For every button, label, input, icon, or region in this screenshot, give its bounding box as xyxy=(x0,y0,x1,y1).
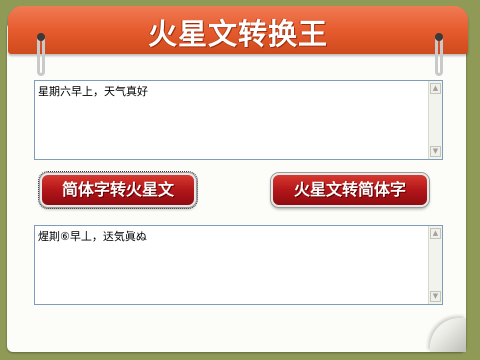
scroll-up-icon[interactable]: ▲ xyxy=(430,83,441,94)
input-text: 星期六早上，天气真好 xyxy=(38,85,148,98)
scroll-up-icon[interactable]: ▲ xyxy=(430,228,441,239)
input-scrollbar[interactable]: ▲ ▼ xyxy=(428,81,442,159)
app-title: 火星文转换王 xyxy=(147,17,328,51)
binder-ring-left xyxy=(37,33,45,76)
output-textarea[interactable]: 煋剘⑥早丄，迗気眞ぬ ▲ ▼ xyxy=(34,225,443,305)
convert-to-simplified-button[interactable]: 火星文转简体字 xyxy=(271,173,429,207)
convert-to-martian-button[interactable]: 简体字转火星文 xyxy=(38,171,198,209)
input-textarea[interactable]: 星期六早上，天气真好 ▲ ▼ xyxy=(34,80,443,160)
binder-ring-right xyxy=(435,33,443,76)
output-scrollbar[interactable]: ▲ ▼ xyxy=(428,226,442,304)
scroll-down-icon[interactable]: ▼ xyxy=(430,146,441,157)
scroll-down-icon[interactable]: ▼ xyxy=(430,291,441,302)
output-text: 煋剘⑥早丄，迗気眞ぬ xyxy=(38,230,147,243)
app-header: 火星文转换王 xyxy=(8,6,468,54)
